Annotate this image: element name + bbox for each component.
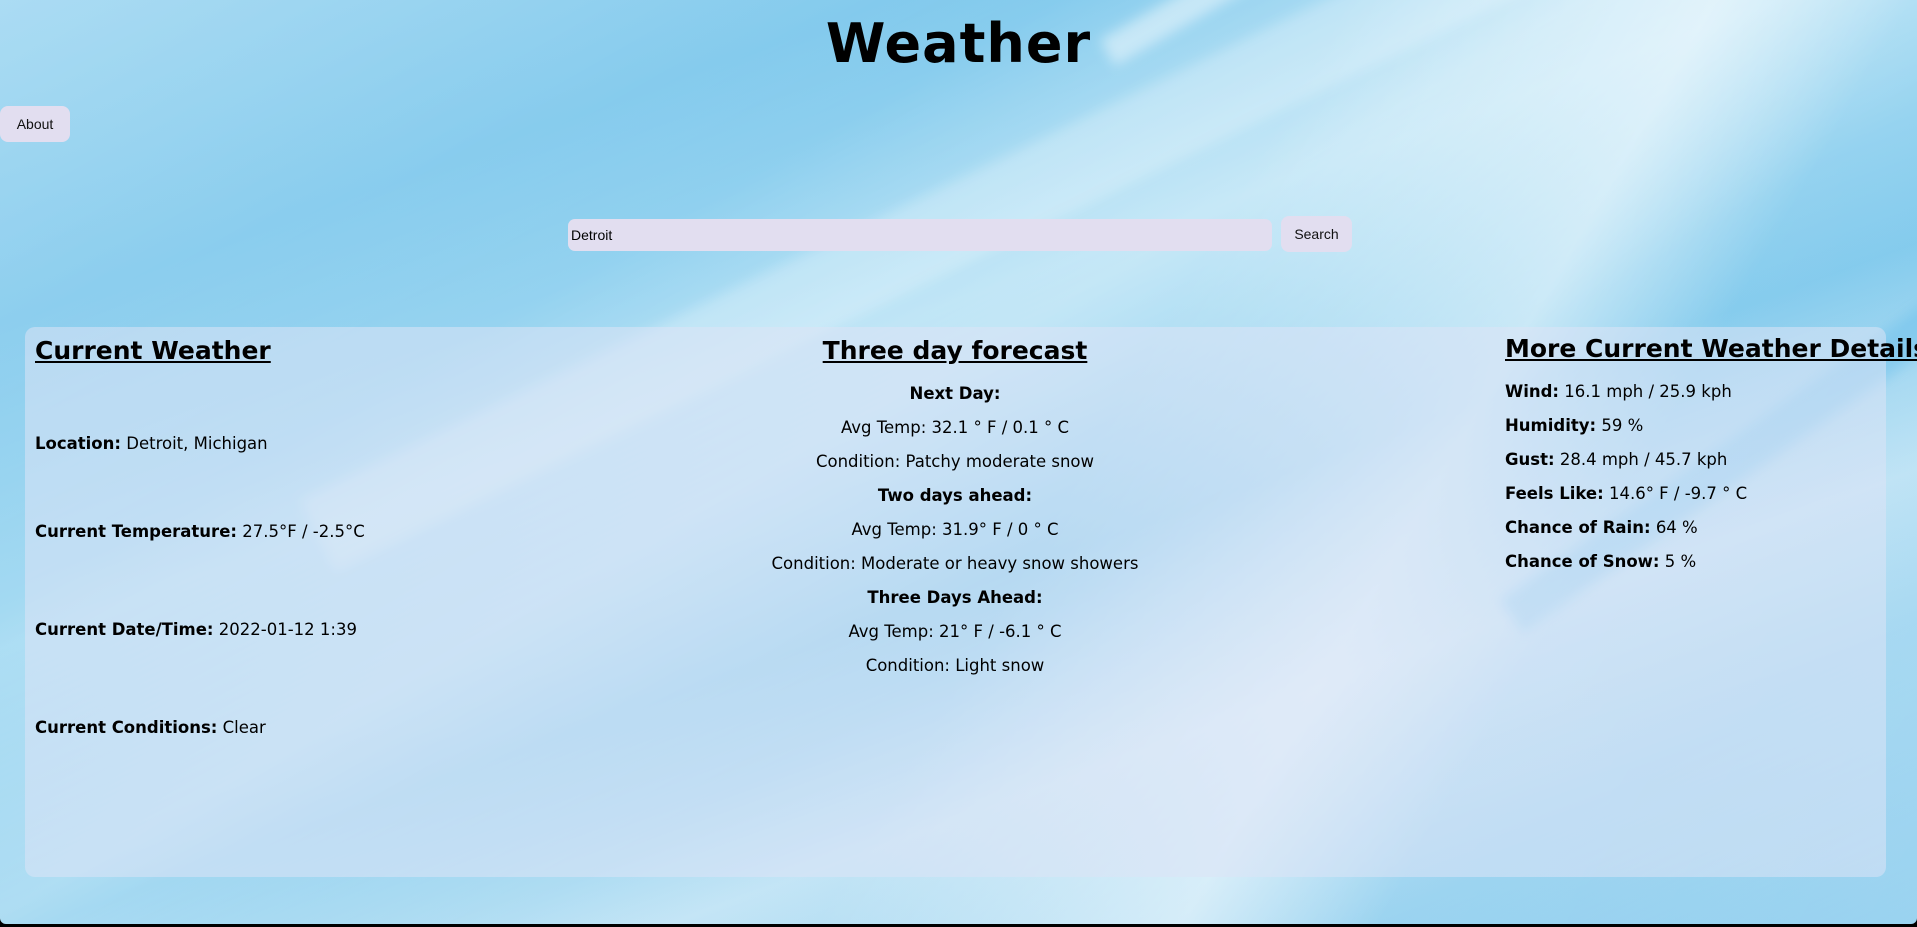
detail-label: Chance of Rain: bbox=[1505, 518, 1651, 537]
detail-row-chance-of-snow: Chance of Snow: 5 % bbox=[1505, 552, 1696, 571]
detail-value: 16.1 mph / 25.9 kph bbox=[1564, 382, 1732, 401]
conditions-label: Current Conditions: bbox=[35, 718, 218, 737]
conditions-value: Clear bbox=[222, 718, 266, 737]
detail-row-humidity: Humidity: 59 % bbox=[1505, 416, 1643, 435]
detail-label: Gust: bbox=[1505, 450, 1555, 469]
detail-label: Feels Like: bbox=[1505, 484, 1604, 503]
detail-value: 5 % bbox=[1664, 552, 1697, 571]
detail-row-chance-of-rain: Chance of Rain: 64 % bbox=[1505, 518, 1698, 537]
detail-value: 59 % bbox=[1601, 416, 1644, 435]
details-heading: More Current Weather Details bbox=[1505, 334, 1917, 363]
conditions-row: Current Conditions: Clear bbox=[35, 718, 266, 737]
about-button[interactable]: About bbox=[0, 106, 70, 142]
page-title: Weather bbox=[825, 12, 1092, 75]
detail-value: 28.4 mph / 45.7 kph bbox=[1559, 450, 1728, 469]
detail-label: Chance of Snow: bbox=[1505, 552, 1660, 571]
search-button[interactable]: Search bbox=[1281, 216, 1352, 252]
detail-label: Wind: bbox=[1505, 382, 1560, 401]
forecast-condition: Condition: Light snow bbox=[865, 656, 1045, 675]
forecast-avg-temp: Avg Temp: 21° F / -6.1 ° C bbox=[848, 622, 1062, 641]
detail-row-wind: Wind: 16.1 mph / 25.9 kph bbox=[1505, 382, 1732, 401]
detail-value: 64 % bbox=[1655, 518, 1698, 537]
detail-label: Humidity: bbox=[1505, 416, 1597, 435]
detail-row-gust: Gust: 28.4 mph / 45.7 kph bbox=[1505, 450, 1727, 469]
detail-value: 14.6° F / -9.7 ° C bbox=[1608, 484, 1748, 503]
forecast-day-label: Three Days Ahead: bbox=[867, 588, 1043, 607]
detail-row-feels-like: Feels Like: 14.6° F / -9.7 ° C bbox=[1505, 484, 1747, 503]
search-input[interactable] bbox=[568, 219, 1272, 251]
